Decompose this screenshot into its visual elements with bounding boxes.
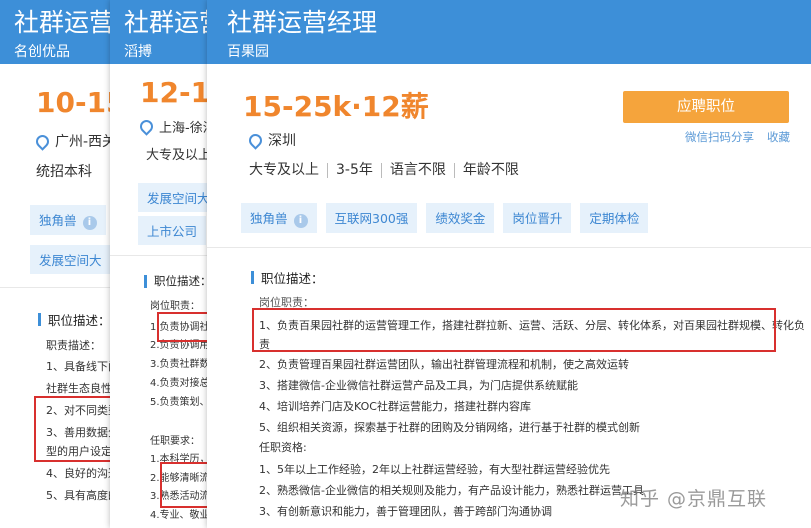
job-card-pagoda[interactable]: 社群运营经理 百果园 15-25k·12薪 应聘职位 微信扫码分享 收藏 深圳 … [207, 0, 811, 528]
wechat-share-link[interactable]: 微信扫码分享 [685, 129, 754, 145]
requirement: 大专及以上 [146, 148, 212, 163]
tag-unicorn: 独角兽 i [30, 205, 106, 235]
watermark: 知乎 @京鼎互联 [620, 488, 768, 510]
separator [380, 162, 382, 178]
location: 上海-徐汇 [137, 117, 214, 136]
desc-line: 4.专业、敬业 [150, 510, 210, 521]
section-title-text: 职位描述： [154, 274, 212, 288]
section-title-text: 职位描述： [261, 271, 324, 286]
req-language: 语言不限 [389, 162, 446, 178]
tag-row: 独角兽 i 互联网300强 绩效奖金 岗位晋升 定期体检 [241, 203, 649, 233]
salary: 12-15 [140, 76, 214, 109]
company-name: 百果园 [227, 44, 269, 60]
tag-label: 独角兽 [250, 211, 288, 226]
job-title: 社群运营经理 [14, 8, 120, 37]
highlight-box [34, 396, 120, 462]
qual-line: 1、5年以上工作经验，2年以上社群运营经验，有大型社群运营经验优先 [259, 463, 610, 476]
divider [207, 247, 811, 248]
tag-promotion: 岗位晋升 [503, 203, 572, 233]
highlight-box [160, 462, 214, 508]
section-title: 职位描述： [251, 268, 324, 287]
tag-growth: 发展空间大 [138, 183, 214, 212]
qual-heading: 任职资格: [259, 441, 307, 454]
tag-bonus: 绩效奖金 [426, 203, 495, 233]
separator [453, 162, 455, 178]
duty-line: 2、负责管理百果园社群运营团队，输出社群管理流程和机制，使之高效运转 [259, 358, 629, 371]
duty-line: 3、搭建微信-企业微信社群运营产品及工具，为门店提供系统赋能 [259, 379, 578, 392]
section-bar [144, 274, 147, 288]
tag-top300: 互联网300强 [325, 203, 418, 233]
location-text: 广州-西关 [55, 134, 117, 150]
requirement: 统招本科 [36, 164, 92, 180]
section-title-text: 职位描述： [48, 313, 111, 328]
qual-line: 3、有创新意识和能力，善于管理团队，善于跨部门沟通协调 [259, 505, 552, 518]
tag-checkup: 定期体检 [580, 203, 649, 233]
location-pin-icon [246, 130, 265, 150]
job-card-topsports[interactable]: 社群运营经理 滔搏 12-15 上海-徐汇 大专及以上 发展空间大 上市公司 职… [110, 0, 214, 528]
apply-button[interactable]: 应聘职位 [623, 91, 789, 123]
desc-line: 5、具有高度的 [46, 489, 119, 502]
req-age: 年龄不限 [462, 162, 519, 178]
info-icon[interactable]: i [82, 216, 97, 230]
divider [0, 287, 120, 288]
tag-listed: 上市公司 [138, 216, 207, 245]
highlight-box [157, 312, 214, 342]
req-education: 大专及以上 [249, 162, 319, 178]
tag-growth: 发展空间大 [30, 245, 111, 274]
desc-line: 3.负责社群数 [150, 359, 210, 370]
desc-line: 5.负责策划、 [150, 397, 210, 408]
requirements-row: 大专及以上 3-5年 语言不限 年龄不限 [249, 159, 519, 179]
tag-unicorn: 独角兽 i [241, 203, 317, 233]
location: 广州-西关 [33, 131, 117, 151]
desc-line: 1、具备线下门 [46, 360, 119, 373]
company-name: 名创优品 [14, 44, 70, 60]
divider [110, 255, 214, 256]
salary: 10-15 [36, 86, 120, 119]
company-name: 滔搏 [124, 44, 152, 60]
location-pin-icon [33, 131, 52, 151]
highlight-box [252, 308, 776, 352]
info-icon[interactable]: i [293, 214, 308, 228]
location-text: 深圳 [268, 133, 296, 149]
duty-line: 5、组织相关资源，探索基于社群的团购及分销网络，进行基于社群的模式创新 [259, 421, 640, 434]
tag-label: 独角兽 [39, 213, 77, 228]
card-header: 社群运营经理 名创优品 [0, 0, 120, 64]
favorite-link[interactable]: 收藏 [767, 129, 790, 145]
req-experience: 3-5年 [336, 162, 373, 178]
job-card-mingchuang[interactable]: 社群运营经理 名创优品 10-15 广州-西关 统招本科 独角兽i 发展空间大 … [0, 0, 120, 528]
separator [327, 162, 328, 178]
salary: 15-25k·12薪 [243, 90, 429, 123]
location-pin-icon [137, 117, 156, 136]
qual-line: 2、熟悉微信-企业微信的相关规则及能力，有产品设计能力，熟悉社群运营工具 [259, 484, 644, 497]
desc-line: 职责描述： [46, 339, 101, 352]
desc-line: 4.负责对接总 [150, 378, 210, 389]
card-header: 社群运营经理 滔搏 [110, 0, 214, 64]
section-bar [251, 271, 254, 284]
desc-line: 任职要求： [150, 436, 200, 447]
location: 深圳 [246, 130, 296, 150]
section-title: 职位描述： [144, 273, 212, 289]
desc-line: 社群生态良性 [46, 382, 112, 395]
section-bar [38, 313, 41, 326]
desc-line: 岗位职责： [150, 301, 200, 312]
location-text: 上海-徐汇 [159, 121, 214, 136]
duty-line: 4、培训培养门店及KOC社群运营能力，搭建社群内容库 [259, 400, 531, 413]
job-title: 社群运营经理 [227, 8, 378, 37]
section-title: 职位描述： [38, 310, 111, 329]
job-title: 社群运营经理 [124, 8, 214, 37]
desc-line: 4、良好的沟通 [46, 467, 119, 480]
card-header: 社群运营经理 百果园 [207, 0, 811, 64]
